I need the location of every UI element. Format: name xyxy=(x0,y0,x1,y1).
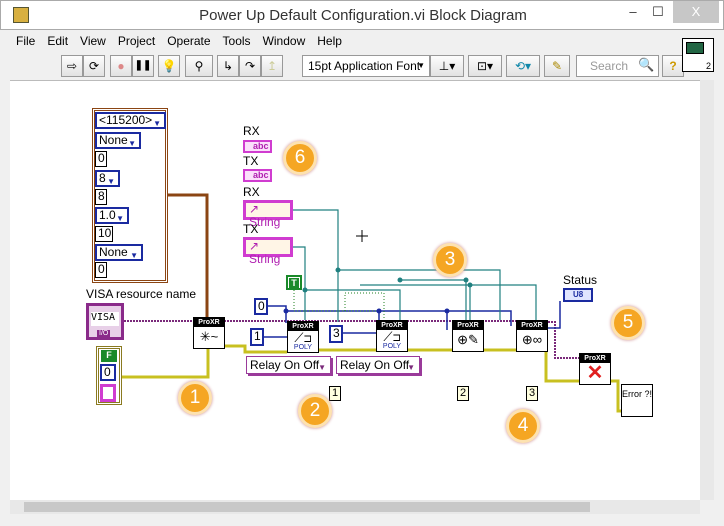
open-serial-icon: ✳~ xyxy=(199,329,219,344)
sequence-frame-2: 2 xyxy=(457,386,470,401)
horizontal-scroll-thumb[interactable] xyxy=(24,502,590,512)
cursor-crosshair-icon xyxy=(356,230,368,242)
tx-indicator[interactable]: abc xyxy=(243,169,272,182)
step-badge-3: 3 xyxy=(433,243,467,277)
tx-label: TX xyxy=(243,154,259,168)
proxr-open-node[interactable]: ProXR ✳~ xyxy=(193,317,225,349)
rx-label: RX xyxy=(243,124,260,138)
status-wire xyxy=(548,301,561,329)
status-label: Status xyxy=(563,273,598,287)
constant-0[interactable]: 0 xyxy=(254,298,268,315)
cluster-value[interactable]: 0 xyxy=(95,262,107,278)
error-handler-node[interactable]: Error ?! xyxy=(621,384,653,417)
close-x-icon: ✕ xyxy=(586,362,604,384)
rx-label: RX xyxy=(243,185,260,199)
rx-string-control[interactable]: ↗ String xyxy=(243,200,293,229)
step-badge-2: 2 xyxy=(298,394,332,428)
proxr-read-config-node[interactable]: ProXR ⊕∞ xyxy=(516,320,548,352)
constant-3[interactable]: 3 xyxy=(329,325,343,343)
relay-on-off-enum-1[interactable]: Relay On Off xyxy=(246,356,331,376)
step-badge-6: 6 xyxy=(283,141,317,175)
error-code: 0 xyxy=(100,364,116,381)
tx-label: TX xyxy=(243,222,259,236)
visa-resource-label: VISA resource name xyxy=(86,287,197,301)
step-badge-4: 4 xyxy=(506,409,540,443)
rx-indicator[interactable]: abc xyxy=(243,140,272,153)
cluster-value[interactable]: 10 xyxy=(95,226,113,242)
tx-string-text: String xyxy=(249,252,281,266)
vertical-scrollbar[interactable] xyxy=(700,80,714,500)
step-badge-1: 1 xyxy=(178,381,212,415)
string-wire xyxy=(271,209,537,322)
baud-rate-enum[interactable]: <115200> xyxy=(95,112,166,130)
wrench-read-icon: ⊕∞ xyxy=(521,332,543,347)
relay-switch-icon: ⟋⊐ xyxy=(294,330,312,345)
tx-string-control[interactable]: ↗ String xyxy=(243,237,293,266)
error-in-cluster[interactable]: F 0 xyxy=(96,346,122,405)
cluster-value[interactable]: 0 xyxy=(95,151,107,167)
proxr-relay-node-1[interactable]: ProXR ⟋⊐ POLY xyxy=(287,321,319,353)
stop-bits-enum[interactable]: 1.0 xyxy=(95,207,129,225)
sequence-frame-3: 3 xyxy=(526,386,539,401)
error-status-bool: F xyxy=(101,350,117,362)
relay-switch-icon: ⟋⊐ xyxy=(383,329,401,344)
visa-value: VISA xyxy=(91,312,119,326)
visa-resource-control[interactable]: VISA I/O xyxy=(86,303,124,340)
visa-io-label: I/O xyxy=(97,330,111,337)
parity-enum[interactable]: None xyxy=(95,132,141,150)
boolean-wire xyxy=(293,290,385,320)
wrench-pencil-icon: ⊕✎ xyxy=(457,332,479,347)
cluster-value[interactable]: 8 xyxy=(95,189,107,205)
data-bits-enum[interactable]: 8 xyxy=(95,170,120,188)
error-source xyxy=(100,384,116,402)
relay-on-off-enum-2[interactable]: Relay On Off xyxy=(336,356,420,376)
proxr-relay-node-2[interactable]: ProXR ⟋⊐ POLY xyxy=(376,320,408,352)
status-indicator[interactable]: U8 xyxy=(563,288,593,302)
flow-control-enum[interactable]: None xyxy=(95,244,143,262)
constant-1[interactable]: 1 xyxy=(250,328,264,346)
sequence-frame-1: 1 xyxy=(329,386,342,401)
proxr-close-node[interactable]: ProXR ✕ xyxy=(579,353,611,385)
proxr-write-config-node[interactable]: ProXR ⊕✎ xyxy=(452,320,484,352)
step-badge-5: 5 xyxy=(611,306,645,340)
true-constant[interactable]: T xyxy=(286,275,302,290)
